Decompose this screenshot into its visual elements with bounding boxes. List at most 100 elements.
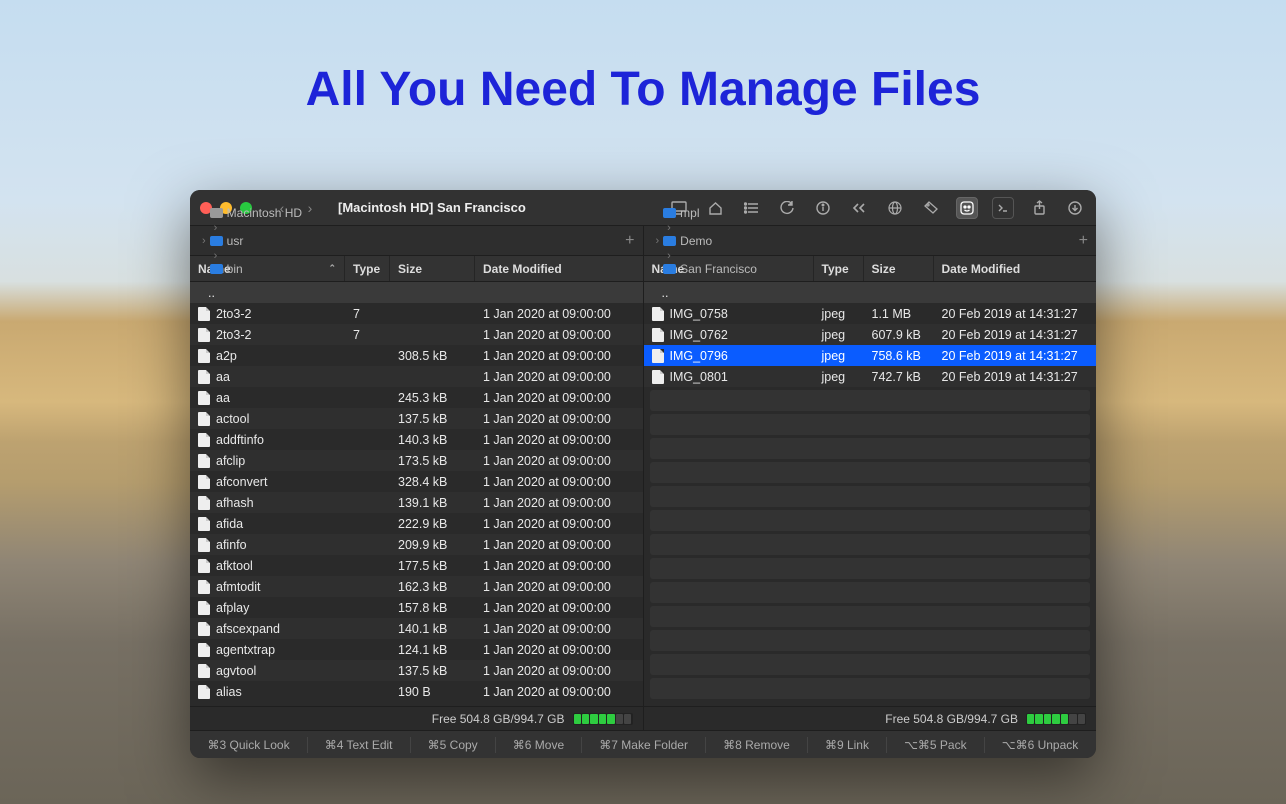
file-row[interactable]: agvtool137.5 kB1 Jan 2020 at 09:00:00 [190,660,643,681]
chevron-icon: › [202,235,206,247]
face-icon[interactable] [956,197,978,219]
cmd-text-edit[interactable]: ⌘4 Text Edit [319,738,399,752]
refresh-icon[interactable] [776,197,798,219]
parent-dir-row[interactable]: .. [190,282,643,303]
file-size: 140.1 kB [390,622,475,636]
breadcrumb-segment[interactable]: San Francisco [663,262,757,276]
file-type: jpeg [814,328,864,342]
breadcrumb-segment[interactable]: Macintosh HD [210,206,302,220]
cmd-link[interactable]: ⌘9 Link [819,738,875,752]
col-size[interactable]: Size [864,256,934,281]
breadcrumb-segment[interactable]: usr [210,234,302,248]
file-row[interactable]: IMG_0796jpeg758.6 kB20 Feb 2019 at 14:31… [644,345,1097,366]
cmd-quick-look[interactable]: ⌘3 Quick Look [202,738,296,752]
file-row[interactable]: afida222.9 kB1 Jan 2020 at 09:00:00 [190,513,643,534]
info-icon[interactable] [812,197,834,219]
file-size: 137.5 kB [390,664,475,678]
file-row[interactable]: actool137.5 kB1 Jan 2020 at 09:00:00 [190,408,643,429]
separator [807,737,808,753]
breadcrumb-row: › Macintosh HD›usr›bin + › mpl›Demo›San … [190,226,1096,256]
file-date: 20 Feb 2019 at 14:31:27 [934,328,1097,342]
cmd-unpack[interactable]: ⌥⌘6 Unpack [996,738,1085,752]
file-type: jpeg [814,349,864,363]
file-icon [198,622,210,636]
file-size: 173.5 kB [390,454,475,468]
col-type[interactable]: Type [814,256,864,281]
col-date[interactable]: Date Modified [934,256,1097,281]
breadcrumb-segment[interactable]: Demo [663,234,757,248]
separator [410,737,411,753]
file-name: afclip [216,454,245,468]
cmd-pack[interactable]: ⌥⌘5 Pack [898,738,973,752]
file-row[interactable]: aa1 Jan 2020 at 09:00:00 [190,366,643,387]
disk-icon [210,208,223,218]
share-icon[interactable] [1028,197,1050,219]
file-row[interactable]: alias190 B1 Jan 2020 at 09:00:00 [190,681,643,702]
file-row[interactable]: afscexpand140.1 kB1 Jan 2020 at 09:00:00 [190,618,643,639]
cmd-make-folder[interactable]: ⌘7 Make Folder [593,738,694,752]
file-date: 1 Jan 2020 at 09:00:00 [475,601,643,615]
file-type: 7 [345,307,390,321]
file-name: afhash [216,496,254,510]
terminal-icon[interactable] [992,197,1014,219]
file-row[interactable]: IMG_0801jpeg742.7 kB20 Feb 2019 at 14:31… [644,366,1097,387]
add-tab-button[interactable]: + [625,232,634,250]
file-row[interactable]: IMG_0762jpeg607.9 kB20 Feb 2019 at 14:31… [644,324,1097,345]
cmd-move[interactable]: ⌘6 Move [507,738,570,752]
sort-asc-icon: ⌃ [328,263,336,274]
breadcrumb-segment[interactable]: mpl [663,206,757,220]
app-window: ‹ › [Macintosh HD] San Francisco [190,190,1096,758]
file-row[interactable]: aa245.3 kB1 Jan 2020 at 09:00:00 [190,387,643,408]
file-row[interactable]: afhash139.1 kB1 Jan 2020 at 09:00:00 [190,492,643,513]
col-date[interactable]: Date Modified [475,256,643,281]
file-date: 1 Jan 2020 at 09:00:00 [475,559,643,573]
cmd-copy[interactable]: ⌘5 Copy [422,738,484,752]
file-date: 1 Jan 2020 at 09:00:00 [475,538,643,552]
file-row[interactable]: afinfo209.9 kB1 Jan 2020 at 09:00:00 [190,534,643,555]
file-icon [652,370,664,384]
left-file-list: ..2to3-271 Jan 2020 at 09:00:002to3-271 … [190,282,643,706]
file-row[interactable]: IMG_0758jpeg1.1 MB20 Feb 2019 at 14:31:2… [644,303,1097,324]
file-size: 140.3 kB [390,433,475,447]
file-row[interactable]: addftinfo140.3 kB1 Jan 2020 at 09:00:00 [190,429,643,450]
file-date: 20 Feb 2019 at 14:31:27 [934,370,1097,384]
window-title: [Macintosh HD] San Francisco [338,200,526,215]
file-size: 758.6 kB [864,349,934,363]
file-row[interactable]: a2p308.5 kB1 Jan 2020 at 09:00:00 [190,345,643,366]
folder-icon [210,264,223,274]
file-row[interactable]: afmtodit162.3 kB1 Jan 2020 at 09:00:00 [190,576,643,597]
file-row[interactable]: afplay157.8 kB1 Jan 2020 at 09:00:00 [190,597,643,618]
file-row[interactable]: afconvert328.4 kB1 Jan 2020 at 09:00:00 [190,471,643,492]
file-icon [198,454,210,468]
file-name: IMG_0801 [670,370,728,384]
right-file-list: ..IMG_0758jpeg1.1 MB20 Feb 2019 at 14:31… [644,282,1097,706]
col-size[interactable]: Size [390,256,475,281]
file-icon [198,475,210,489]
empty-row [650,462,1091,483]
file-icon [198,664,210,678]
empty-row [650,630,1091,651]
file-name: afmtodit [216,580,260,594]
empty-row [650,606,1091,627]
file-size: 328.4 kB [390,475,475,489]
globe-icon[interactable] [884,197,906,219]
file-row[interactable]: 2to3-271 Jan 2020 at 09:00:00 [190,324,643,345]
file-row[interactable]: afclip173.5 kB1 Jan 2020 at 09:00:00 [190,450,643,471]
parent-dir-row[interactable]: .. [644,282,1097,303]
add-tab-button[interactable]: + [1079,232,1088,250]
col-type[interactable]: Type [345,256,390,281]
file-row[interactable]: 2to3-271 Jan 2020 at 09:00:00 [190,303,643,324]
file-row[interactable]: agentxtrap124.1 kB1 Jan 2020 at 09:00:00 [190,639,643,660]
file-icon [652,328,664,342]
empty-row [650,678,1091,699]
tag-icon[interactable] [920,197,942,219]
empty-row [650,558,1091,579]
file-size: 177.5 kB [390,559,475,573]
download-icon[interactable] [1064,197,1086,219]
breadcrumb-segment[interactable]: bin [210,262,302,276]
left-status: Free 504.8 GB/994.7 GB [190,707,643,730]
chevrons-icon[interactable] [848,197,870,219]
cmd-remove[interactable]: ⌘8 Remove [717,738,796,752]
file-name: afida [216,517,243,531]
file-row[interactable]: afktool177.5 kB1 Jan 2020 at 09:00:00 [190,555,643,576]
